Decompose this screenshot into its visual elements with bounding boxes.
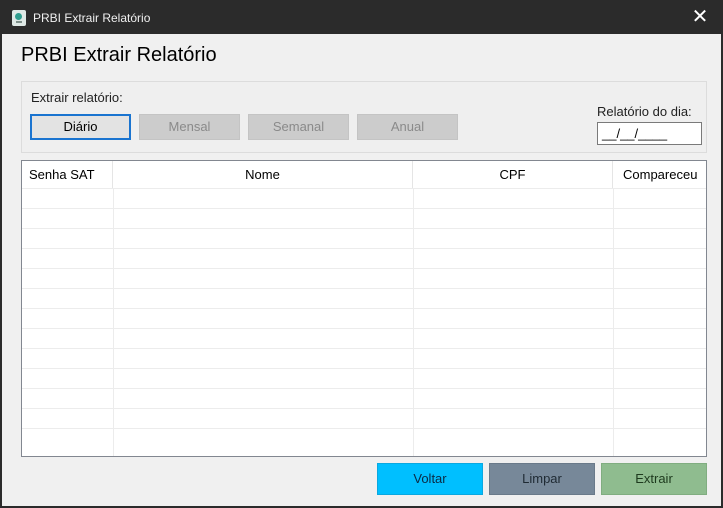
column-header-compareceu[interactable]: Compareceu	[613, 161, 706, 188]
extract-report-label: Extrair relatório:	[31, 90, 123, 105]
table-row[interactable]	[22, 428, 706, 448]
report-date-label: Relatório do dia:	[597, 104, 692, 119]
table-header: Senha SAT Nome CPF Compareceu	[22, 161, 706, 188]
table-row[interactable]	[22, 228, 706, 248]
extract-button[interactable]: Extrair	[601, 463, 707, 495]
table-row[interactable]	[22, 348, 706, 368]
table-row[interactable]	[22, 288, 706, 308]
column-header-nome[interactable]: Nome	[113, 161, 413, 188]
table-row[interactable]	[22, 328, 706, 348]
column-header-cpf[interactable]: CPF	[413, 161, 613, 188]
clear-button[interactable]: Limpar	[489, 463, 595, 495]
column-header-senha-sat[interactable]: Senha SAT	[22, 161, 113, 188]
monthly-button[interactable]: Mensal	[139, 114, 240, 140]
report-table[interactable]: Senha SAT Nome CPF Compareceu	[21, 160, 707, 457]
table-row[interactable]	[22, 268, 706, 288]
table-row[interactable]	[22, 408, 706, 428]
table-row[interactable]	[22, 368, 706, 388]
form-body: PRBI Extrair Relatório Extrair relatório…	[2, 34, 721, 506]
table-row[interactable]	[22, 308, 706, 328]
window-title: PRBI Extrair Relatório	[33, 11, 151, 25]
table-row[interactable]	[22, 388, 706, 408]
close-button[interactable]: ✕	[677, 0, 723, 34]
weekly-button[interactable]: Semanal	[248, 114, 349, 140]
back-button[interactable]: Voltar	[377, 463, 483, 495]
app-icon	[12, 10, 26, 26]
table-row[interactable]	[22, 188, 706, 208]
title-bar[interactable]: PRBI Extrair Relatório ✕	[0, 0, 723, 34]
window: PRBI Extrair Relatório ✕ PRBI Extrair Re…	[0, 0, 723, 508]
page-title: PRBI Extrair Relatório	[21, 44, 217, 66]
extract-report-group: Extrair relatório: Diário Mensal Semanal…	[21, 81, 707, 153]
report-date-input[interactable]: __/__/____	[597, 122, 702, 145]
table-row[interactable]	[22, 248, 706, 268]
table-row[interactable]	[22, 208, 706, 228]
yearly-button[interactable]: Anual	[357, 114, 458, 140]
daily-button[interactable]: Diário	[30, 114, 131, 140]
